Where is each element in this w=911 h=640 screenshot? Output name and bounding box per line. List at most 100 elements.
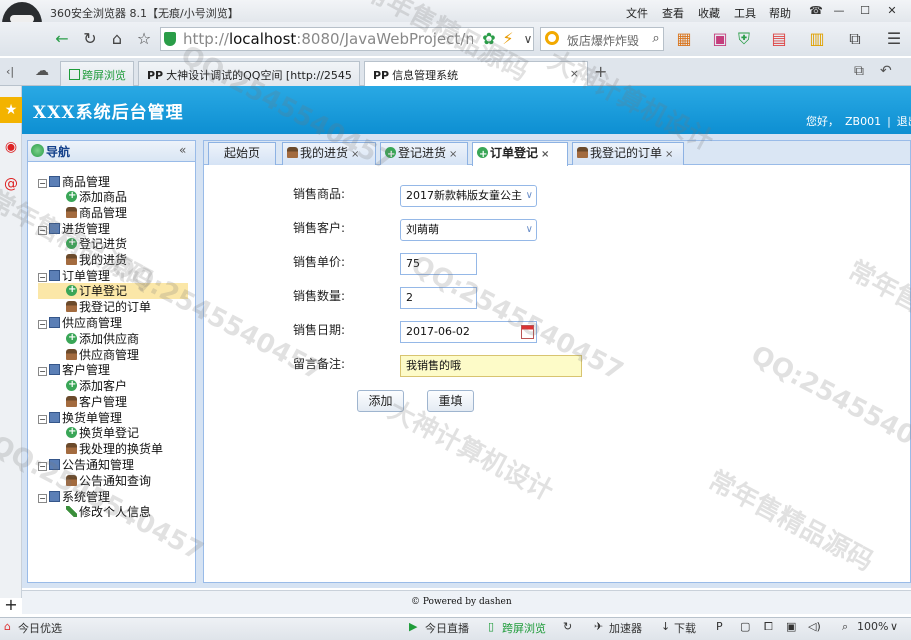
- tab-scroll-left-icon[interactable]: ‹|: [6, 65, 14, 78]
- tab-register-stock[interactable]: 登记进货×: [380, 142, 468, 165]
- crop-icon[interactable]: ⧠: [764, 620, 773, 634]
- tab-order-register[interactable]: 订单登记×: [472, 142, 568, 166]
- quantity-input[interactable]: 2: [400, 287, 477, 309]
- nav-item[interactable]: 我的进货: [66, 252, 127, 268]
- restore-tabs-icon[interactable]: ⧉: [854, 63, 864, 79]
- nav-group[interactable]: − 供应商管理: [38, 315, 122, 331]
- minimize-icon[interactable]: —: [827, 2, 851, 19]
- nav-item[interactable]: 换货单登记: [66, 424, 139, 441]
- nav-item[interactable]: 我处理的换货单: [66, 441, 163, 457]
- menu-view[interactable]: 查看: [662, 5, 684, 21]
- sidebar-add-icon[interactable]: +: [0, 592, 22, 618]
- dropdown-arrow-icon[interactable]: ∨: [516, 27, 540, 51]
- back-icon[interactable]: ←: [50, 27, 74, 51]
- menu-file[interactable]: 文件: [626, 5, 648, 21]
- collapse-toggle-icon[interactable]: −: [38, 179, 47, 188]
- translate-icon[interactable]: P: [716, 620, 723, 633]
- status-cross-screen[interactable]: 跨屏浏览: [502, 620, 546, 636]
- weibo-icon[interactable]: ◉: [0, 134, 22, 160]
- menu-favorites[interactable]: 收藏: [698, 5, 720, 21]
- price-input[interactable]: 75: [400, 253, 477, 275]
- collapse-toggle-icon[interactable]: −: [38, 494, 47, 503]
- extension-pink-icon[interactable]: ▣: [708, 27, 732, 51]
- mail-icon[interactable]: @: [0, 171, 22, 197]
- nav-group[interactable]: − 系统管理: [38, 489, 110, 505]
- undo-close-icon[interactable]: ↶: [880, 63, 892, 79]
- status-download[interactable]: 下载: [674, 620, 696, 636]
- status-zoom[interactable]: 100%: [857, 620, 888, 633]
- close-tab-icon[interactable]: ×: [541, 149, 549, 160]
- cloud-icon[interactable]: ☁: [35, 63, 49, 79]
- zoom-dropdown-icon[interactable]: ∨: [890, 620, 898, 633]
- close-tab-icon[interactable]: ×: [665, 149, 673, 160]
- nav-item[interactable]: 客户管理: [66, 394, 127, 410]
- refresh-icon[interactable]: ↻: [78, 27, 102, 51]
- address-url[interactable]: http://localhost:8080/JavaWebProject/mai…: [183, 30, 473, 48]
- screenshot-icon[interactable]: ⧉: [843, 27, 867, 51]
- maximize-icon[interactable]: ☐: [853, 2, 877, 19]
- skin-icon[interactable]: ☎: [804, 2, 828, 19]
- wallet-icon[interactable]: ▥: [805, 27, 829, 51]
- collapse-toggle-icon[interactable]: −: [38, 462, 47, 471]
- tab-my-stock[interactable]: 我的进货 ×: [282, 142, 376, 165]
- nav-item[interactable]: 添加商品: [66, 188, 127, 205]
- nav-item[interactable]: 登记进货: [66, 235, 127, 252]
- menu-tools[interactable]: 工具: [734, 5, 756, 21]
- nav-group[interactable]: − 客户管理: [38, 362, 110, 378]
- nav-item[interactable]: 我登记的订单: [66, 299, 151, 315]
- close-tab-icon[interactable]: ×: [570, 67, 579, 80]
- date-input[interactable]: 2017-06-02: [400, 321, 537, 343]
- nav-item[interactable]: 公告通知查询: [66, 473, 151, 489]
- computer-icon: [49, 491, 60, 502]
- apps-icon[interactable]: ▦: [672, 27, 696, 51]
- logout-link[interactable]: 退出: [897, 115, 911, 128]
- close-tab-icon[interactable]: ×: [449, 149, 457, 160]
- browser-tab-info-system[interactable]: PP 信息管理系统 ×: [364, 61, 588, 86]
- nav-group[interactable]: − 换货单管理: [38, 410, 122, 426]
- collapse-toggle-icon[interactable]: −: [38, 273, 47, 282]
- calendar-icon[interactable]: [521, 325, 534, 339]
- note-input[interactable]: 我销售的哦: [400, 355, 582, 377]
- menu-help[interactable]: 帮助: [769, 5, 791, 21]
- new-tab-icon[interactable]: +: [594, 62, 607, 81]
- collapse-toggle-icon[interactable]: −: [38, 226, 47, 235]
- add-button[interactable]: 添加: [357, 390, 404, 412]
- collapse-toggle-icon[interactable]: −: [38, 415, 47, 424]
- nav-item[interactable]: 订单登记: [38, 282, 188, 299]
- status-accelerator[interactable]: 加速器: [609, 620, 642, 636]
- sound-icon[interactable]: ◁): [808, 620, 821, 633]
- nav-item[interactable]: 修改个人信息: [66, 504, 151, 520]
- browser-tab-cross-screen[interactable]: 跨屏浏览: [60, 61, 134, 86]
- customer-select[interactable]: 刘萌萌 ∨: [400, 219, 537, 241]
- search-input[interactable]: 饭店爆炸炸毁: [567, 32, 639, 49]
- tab-my-orders[interactable]: 我登记的订单 ×: [572, 142, 684, 165]
- favorites-star-icon[interactable]: ★: [0, 97, 22, 123]
- nav-group[interactable]: − 公告通知管理: [38, 457, 134, 473]
- screen-icon[interactable]: ▢: [740, 620, 750, 633]
- menu-more-icon[interactable]: ☰: [882, 27, 906, 51]
- nav-item-label: 我的进货: [79, 253, 128, 267]
- nav-item[interactable]: 添加客户: [66, 377, 127, 394]
- ad-block-icon[interactable]: ▤: [767, 27, 791, 51]
- collapse-toggle-icon[interactable]: −: [38, 367, 47, 376]
- nav-globe-icon: [31, 144, 44, 157]
- close-tab-icon[interactable]: ×: [351, 149, 359, 160]
- browser-tab-qq-space[interactable]: PP 大神设计调试的QQ空间 [http://2545: [138, 61, 360, 86]
- nav-item[interactable]: 添加供应商: [66, 330, 139, 347]
- tab-start-page[interactable]: 起始页: [208, 142, 276, 165]
- collapse-nav-icon[interactable]: «: [179, 143, 186, 157]
- close-window-icon[interactable]: ✕: [880, 2, 904, 19]
- collapse-toggle-icon[interactable]: −: [38, 320, 47, 329]
- window-icon[interactable]: ▣: [786, 620, 796, 633]
- refresh-status-icon[interactable]: ↻: [563, 620, 572, 633]
- home-icon[interactable]: ⌂: [105, 27, 129, 51]
- reset-button[interactable]: 重填: [427, 390, 474, 412]
- favorite-star-icon[interactable]: ☆: [132, 27, 156, 51]
- shield-extension-icon[interactable]: ⛨: [732, 27, 756, 51]
- search-icon[interactable]: ⌕: [644, 27, 668, 51]
- nav-item[interactable]: 商品管理: [66, 205, 127, 221]
- nav-item[interactable]: 供应商管理: [66, 347, 139, 363]
- status-today-picks[interactable]: 今日优选: [18, 620, 62, 636]
- status-live[interactable]: 今日直播: [425, 620, 469, 636]
- product-select[interactable]: 2017新款韩版女童公主 ∨: [400, 185, 537, 207]
